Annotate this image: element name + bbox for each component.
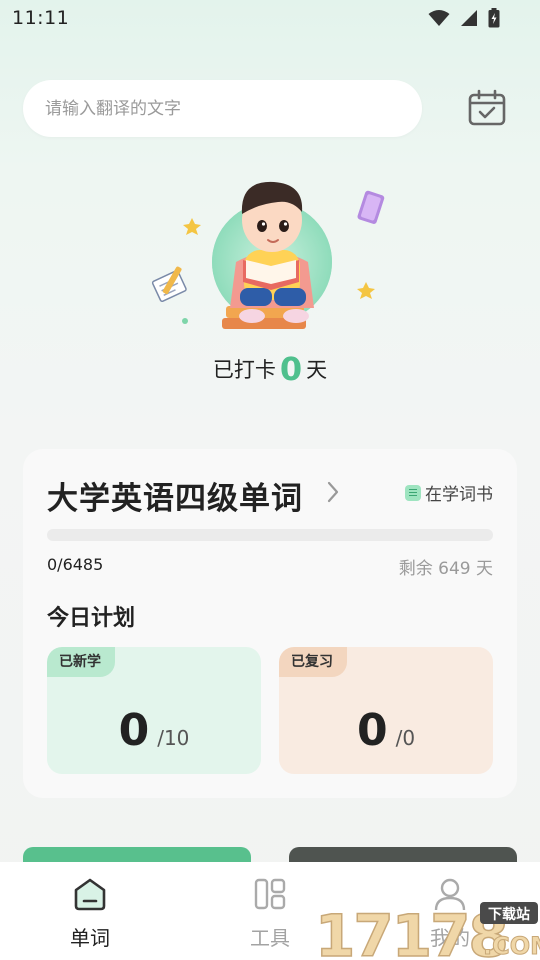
svg-text:下载站: 下载站 [488,906,530,923]
remaining-days: 剩余 649 天 [398,559,493,579]
new-words-total: /10 [157,726,190,750]
tab-words[interactable]: 单词 [45,876,135,951]
progress-bar [47,529,493,541]
checkin-prefix: 已打卡 [212,358,276,382]
chevron-right-icon[interactable] [323,479,343,505]
plan-title: 今日计划 [47,606,136,631]
status-bar: 11:11 [0,0,540,36]
progress-count: 0/6485 [47,555,104,574]
book-icon [357,190,385,224]
review-words-total: /0 [395,726,416,750]
review-words-card[interactable]: 已复习 0/0 [279,647,493,774]
grid-icon [254,878,286,910]
book-tag[interactable]: 在学词书 [405,480,493,505]
search-input[interactable] [45,98,422,119]
study-card: 大学英语四级单词 在学词书 0/6485 剩余 649 天 今日计划 已新学 0… [23,449,517,798]
hero-illustration [140,170,400,350]
new-words-card[interactable]: 已新学 0/10 [47,647,261,774]
status-icons [428,8,500,28]
battery-icon [488,8,500,28]
review-words-count: 0/0 [279,705,493,756]
signal-icon [461,10,477,26]
review-words-done: 0 [356,705,388,756]
book-title[interactable]: 大学英语四级单词 [47,473,303,518]
new-words-done: 0 [118,705,150,756]
search-bar[interactable] [23,80,422,137]
wifi-icon [428,10,450,26]
svg-text:17178: 17178 [315,902,507,960]
calendar-button[interactable] [468,89,506,127]
new-words-count: 0/10 [47,705,261,756]
calendar-check-icon [468,89,506,126]
book-list-icon [405,484,421,501]
new-words-badge: 已新学 [47,647,115,677]
tab-tools-label: 工具 [250,926,290,950]
star-icon [357,282,375,299]
checkin-days: 0 [279,350,303,388]
book-tag-label: 在学词书 [425,485,493,505]
tab-words-label: 单词 [70,926,110,950]
watermark-logo: 17178 下载站 .COM [314,898,540,960]
star-icon [183,218,201,235]
home-icon [74,878,106,911]
status-time: 11:11 [12,7,70,29]
checkin-suffix: 天 [306,358,328,382]
notepad-icon [151,266,187,303]
tab-tools[interactable]: 工具 [225,876,315,951]
checkin-status: 已打卡 0 天 [0,350,540,388]
review-words-badge: 已复习 [279,647,347,677]
svg-text:.COM: .COM [483,932,540,960]
